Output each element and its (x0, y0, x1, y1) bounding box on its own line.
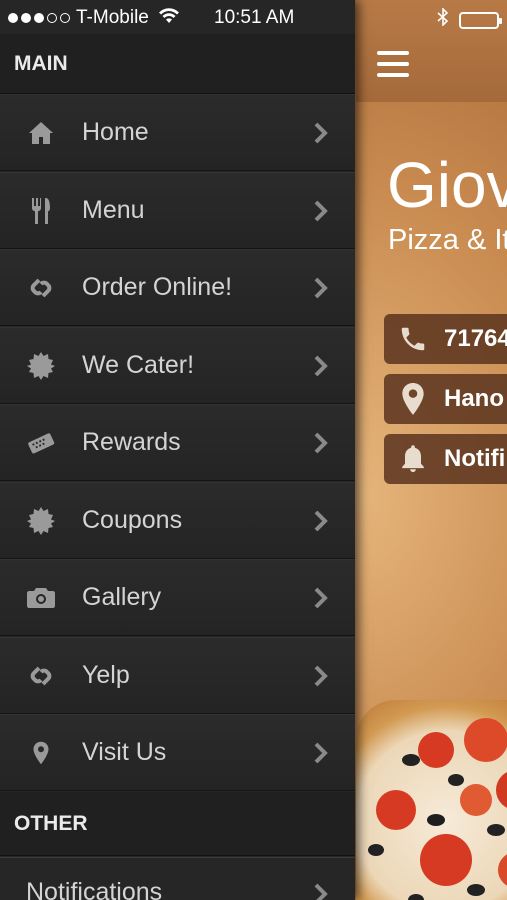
section-header-main: MAIN (0, 34, 355, 94)
drawer-item-label: Yelp (82, 661, 130, 689)
navigation-drawer: MAIN Home Menu Order Online! We Cater! R… (0, 0, 355, 900)
drawer-item-label: Rewards (82, 428, 181, 456)
seal-icon (26, 351, 56, 381)
chevron-right-icon (314, 587, 328, 608)
map-pin-icon (396, 382, 430, 416)
home-icon (26, 118, 56, 148)
drawer-item-label: Gallery (82, 583, 162, 611)
address-button-label: Hano (444, 385, 504, 412)
chevron-right-icon (314, 742, 328, 763)
map-pin-icon (26, 738, 56, 768)
drawer-item-label: Order Online! (82, 273, 233, 301)
carrier-name: T-Mobile (76, 7, 149, 28)
bell-icon (396, 442, 430, 476)
seal-icon (26, 506, 56, 536)
drawer-item-label: Coupons (82, 506, 183, 534)
wifi-icon (158, 7, 179, 29)
camera-icon (26, 583, 56, 613)
chevron-right-icon (314, 432, 328, 453)
drawer-item-label: Menu (82, 196, 145, 224)
drawer-item-coupons[interactable]: Coupons (0, 482, 355, 559)
link-icon (26, 661, 56, 691)
drawer-item-label: Notifications (26, 878, 163, 900)
chevron-right-icon (314, 883, 328, 900)
drawer-item-menu[interactable]: Menu (0, 172, 355, 249)
phone-icon (396, 322, 430, 356)
drawer-item-order-online[interactable]: Order Online! (0, 249, 355, 326)
signal-strength-icon (8, 13, 70, 23)
drawer-item-we-cater[interactable]: We Cater! (0, 327, 355, 404)
notifications-button-label: Notifi (444, 445, 506, 472)
drawer-item-label: Home (82, 118, 149, 146)
drawer-item-home[interactable]: Home (0, 94, 355, 171)
ticket-icon (26, 428, 56, 458)
drawer-item-notifications[interactable]: Notifications (0, 857, 355, 900)
status-time: 10:51 AM (214, 7, 295, 28)
notifications-button[interactable]: Notifi (384, 434, 507, 484)
fork-knife-icon (26, 196, 56, 226)
address-button[interactable]: Hano (384, 374, 507, 424)
phone-button-label: 71764 (444, 325, 507, 352)
chevron-right-icon (314, 277, 328, 298)
battery-icon (459, 11, 502, 29)
restaurant-name: Giov (387, 149, 507, 221)
chevron-right-icon (314, 355, 328, 376)
drawer-item-label: We Cater! (82, 351, 195, 379)
link-icon (26, 273, 56, 303)
phone-button[interactable]: 71764 (384, 314, 507, 364)
chevron-right-icon (314, 200, 328, 221)
drawer-item-label: Visit Us (82, 738, 167, 766)
drawer-item-gallery[interactable]: Gallery (0, 559, 355, 636)
bluetooth-icon (437, 7, 449, 32)
drawer-item-visit-us[interactable]: Visit Us (0, 714, 355, 791)
drawer-item-yelp[interactable]: Yelp (0, 637, 355, 714)
hamburger-menu-icon[interactable] (377, 51, 409, 77)
section-header-other: OTHER (0, 792, 355, 856)
restaurant-subtitle: Pizza & It (388, 224, 507, 256)
chevron-right-icon (314, 122, 328, 143)
chevron-right-icon (314, 510, 328, 531)
pizza-image (356, 700, 507, 900)
drawer-item-rewards[interactable]: Rewards (0, 404, 355, 481)
chevron-right-icon (314, 665, 328, 686)
status-bar: T-Mobile 10:51 AM (0, 0, 507, 34)
